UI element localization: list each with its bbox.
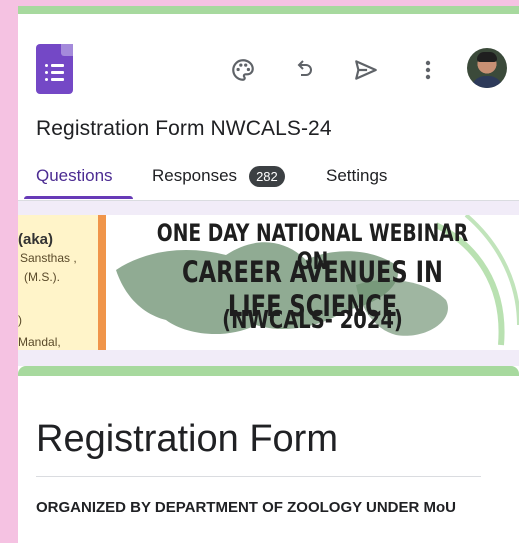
banner-left-line4: Mandal, <box>18 335 61 349</box>
banner-left-name: (aka) <box>18 231 54 248</box>
banner-left-panel: (aka) Sansthas , (M.S.). ) Mandal, <box>18 215 98 350</box>
form-title[interactable]: Registration Form NWCALS-24 <box>36 117 332 141</box>
avatar[interactable] <box>467 48 507 88</box>
banner-left-line3: ) <box>18 313 22 327</box>
tab-bar: Questions Responses 282 Settings <box>18 160 519 200</box>
banner-left-line2: (M.S.). <box>24 270 60 284</box>
forms-app: Registration Form NWCALS-24 Questions Re… <box>18 0 519 543</box>
form-header-card: Registration Form ORGANIZED BY DEPARTMEN… <box>18 366 519 543</box>
palette-icon[interactable] <box>225 52 261 88</box>
form-description[interactable]: ORGANIZED BY DEPARTMENT OF ZOOLOGY UNDER… <box>36 494 486 521</box>
form-header-title[interactable]: Registration Form <box>36 418 338 461</box>
banner-left-line1: Sansthas , <box>20 251 77 265</box>
responses-count-badge: 282 <box>249 166 285 187</box>
tab-settings-label: Settings <box>326 166 388 185</box>
google-forms-logo-icon[interactable] <box>36 44 73 94</box>
tab-responses-label: Responses <box>152 166 238 185</box>
tab-settings[interactable]: Settings <box>326 160 387 200</box>
top-pink-strip <box>18 0 519 6</box>
undo-icon[interactable] <box>286 52 322 88</box>
banner-orange-bar <box>98 215 106 350</box>
toolbar <box>18 14 519 100</box>
tab-responses[interactable]: Responses 282 <box>152 160 285 200</box>
more-vert-icon[interactable] <box>410 52 446 88</box>
title-underline <box>36 476 481 477</box>
send-icon[interactable] <box>348 52 384 88</box>
banner-line3: (NWCALS- 2024) <box>222 305 403 334</box>
tab-questions-label: Questions <box>36 166 113 185</box>
active-tab-indicator <box>24 196 133 199</box>
tab-questions[interactable]: Questions <box>36 160 113 200</box>
header-image-banner: (aka) Sansthas , (M.S.). ) Mandal, ONE D… <box>18 215 519 350</box>
